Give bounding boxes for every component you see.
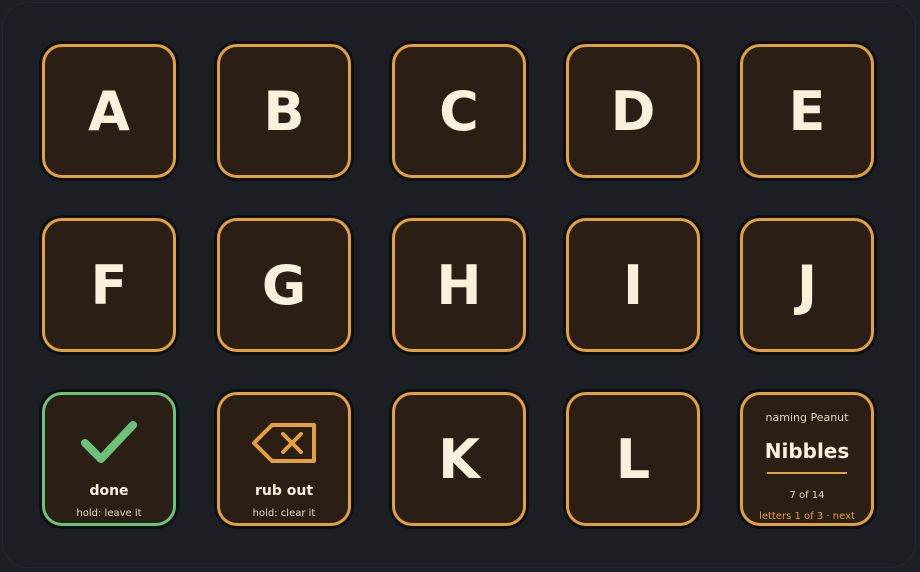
letter-key-label: G [261, 253, 307, 317]
letter-key-g[interactable]: G [217, 218, 351, 352]
letter-key-label: H [436, 253, 482, 317]
rub-out-label: rub out [254, 483, 314, 499]
letter-key-label: J [796, 253, 818, 317]
letter-key-c[interactable]: C [392, 44, 526, 178]
letter-key-label: L [615, 427, 651, 491]
letter-count: 7 of 14 [789, 490, 825, 501]
letter-key-e[interactable]: E [740, 44, 874, 178]
letter-key-label: D [610, 79, 656, 143]
letter-key-label: B [263, 79, 305, 143]
naming-caption: naming Peanut [765, 411, 849, 424]
letter-key-label: A [88, 79, 130, 143]
letter-key-d[interactable]: D [566, 44, 700, 178]
letter-key-label: F [90, 253, 128, 317]
letter-key-label: E [788, 79, 826, 143]
letter-key-k[interactable]: K [392, 392, 526, 526]
letter-key-l[interactable]: L [566, 392, 700, 526]
done-label: done [89, 483, 129, 499]
rub-out-button[interactable]: rub out hold: clear it [217, 392, 351, 526]
stream-deck: A B C D E F G H I J done hold: leave it [2, 2, 916, 568]
letter-key-h[interactable]: H [392, 218, 526, 352]
letter-key-label: K [438, 427, 480, 491]
letter-key-label: I [622, 253, 644, 317]
letter-key-i[interactable]: I [566, 218, 700, 352]
page-indicator: letters 1 of 3 · next [759, 511, 855, 522]
letter-key-a[interactable]: A [42, 44, 176, 178]
letter-key-j[interactable]: J [740, 218, 874, 352]
letter-key-f[interactable]: F [42, 218, 176, 352]
letter-key-label: C [439, 79, 479, 143]
done-button[interactable]: done hold: leave it [42, 392, 176, 526]
current-name: Nibbles [764, 439, 850, 463]
backspace-icon [220, 420, 348, 466]
rub-out-hint: hold: clear it [252, 508, 316, 519]
check-icon [45, 417, 173, 467]
done-hint: hold: leave it [76, 508, 142, 519]
name-status-key[interactable]: naming Peanut Nibbles 7 of 14 letters 1 … [740, 392, 874, 526]
name-underline [767, 472, 847, 474]
letter-key-b[interactable]: B [217, 44, 351, 178]
